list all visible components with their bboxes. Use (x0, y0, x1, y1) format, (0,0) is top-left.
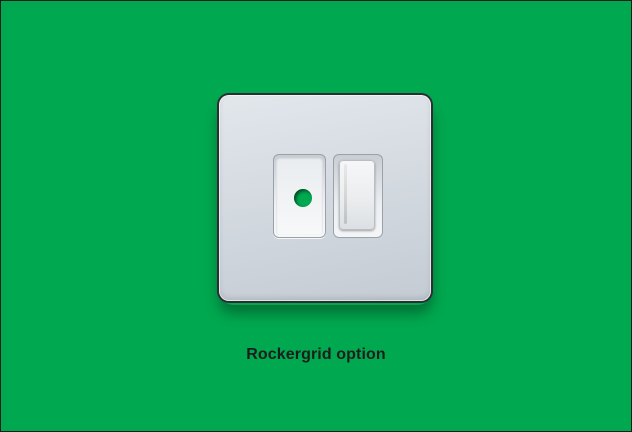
rocker-switch-surround (333, 154, 383, 238)
plate-face (219, 95, 431, 301)
cable-outlet-inner (276, 157, 323, 235)
cable-hole-icon (294, 189, 312, 207)
switch-plate-image (217, 93, 433, 303)
cable-outlet (273, 154, 326, 238)
rocker-highlight (344, 164, 347, 224)
product-panel: Rockergrid option (0, 0, 632, 432)
product-caption: Rockergrid option (246, 346, 386, 363)
rocker-switch-icon (339, 160, 375, 230)
